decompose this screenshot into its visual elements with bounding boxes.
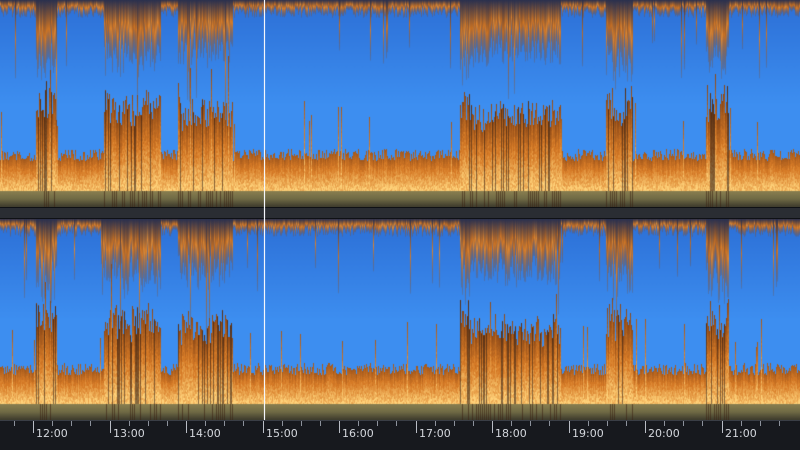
ruler-time-label: 12:00 (36, 427, 68, 440)
spectrogram-canvas-left[interactable] (0, 0, 800, 207)
ruler-minor-tick (71, 421, 72, 426)
ruler-minor-tick (282, 421, 283, 426)
ruler-minor-tick (741, 421, 742, 426)
ruler-time-label: 19:00 (572, 427, 604, 440)
ruler-major-tick (263, 421, 264, 433)
ruler-minor-tick (148, 421, 149, 426)
ruler-major-tick (492, 421, 493, 433)
ruler-minor-tick (129, 421, 130, 426)
ruler-minor-tick (664, 421, 665, 426)
ruler-minor-tick (301, 421, 302, 426)
ruler-minor-tick (760, 421, 761, 426)
ruler-minor-tick (454, 421, 455, 426)
ruler-minor-tick (511, 421, 512, 426)
ruler-time-label: 17:00 (419, 427, 451, 440)
ruler-time-label: 21:00 (725, 427, 757, 440)
ruler-minor-tick (52, 421, 53, 426)
ruler-minor-tick (549, 421, 550, 426)
ruler-minor-tick (683, 421, 684, 426)
spectrogram-canvas-right[interactable] (0, 219, 800, 420)
spectral-editor: 12:00 13:00 14:00 15:00 16:00 17:00 18:00 19:00… (0, 0, 800, 450)
ruler-major-tick (722, 421, 723, 433)
ruler-major-tick (186, 421, 187, 433)
ruler-major-tick (33, 421, 34, 433)
ruler-major-tick (416, 421, 417, 433)
ruler-minor-tick (702, 421, 703, 426)
spectrogram-channel-right[interactable] (0, 219, 800, 420)
ruler-major-tick (569, 421, 570, 433)
ruler-time-label: 16:00 (342, 427, 374, 440)
ruler-time-label: 18:00 (495, 427, 527, 440)
ruler-minor-tick (607, 421, 608, 426)
ruler-minor-tick (358, 421, 359, 426)
ruler-minor-tick (243, 421, 244, 426)
ruler-minor-tick (90, 421, 91, 426)
ruler-major-tick (110, 421, 111, 433)
ruler-time-label: 15:00 (266, 427, 298, 440)
ruler-minor-tick (320, 421, 321, 426)
ruler-minor-tick (779, 421, 780, 426)
channel-divider[interactable] (0, 207, 800, 219)
ruler-minor-tick (588, 421, 589, 426)
ruler-minor-tick (530, 421, 531, 426)
ruler-time-label: 20:00 (648, 427, 680, 440)
ruler-minor-tick (626, 421, 627, 426)
ruler-major-tick (339, 421, 340, 433)
ruler-minor-tick (14, 421, 15, 426)
ruler-time-label: 14:00 (189, 427, 221, 440)
ruler-major-tick (645, 421, 646, 433)
timeline-ruler[interactable]: 12:00 13:00 14:00 15:00 16:00 17:00 18:00 19:00… (0, 420, 800, 450)
ruler-minor-tick (435, 421, 436, 426)
ruler-minor-tick (473, 421, 474, 426)
ruler-minor-tick (377, 421, 378, 426)
playhead-cursor[interactable] (264, 0, 265, 420)
ruler-minor-tick (167, 421, 168, 426)
ruler-minor-tick (205, 421, 206, 426)
spectrogram-channel-left[interactable] (0, 0, 800, 207)
ruler-minor-tick (224, 421, 225, 426)
ruler-time-label: 13:00 (113, 427, 145, 440)
ruler-minor-tick (396, 421, 397, 426)
